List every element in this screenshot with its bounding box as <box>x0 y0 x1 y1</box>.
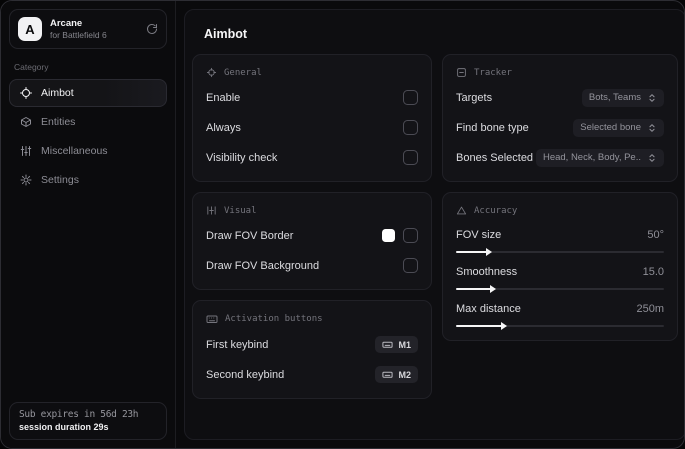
panel-activation-buttons: Activation buttons First keybind M1 Seco… <box>192 300 432 399</box>
box-minus-icon <box>456 67 467 78</box>
bones-selected-dropdown[interactable]: Head, Neck, Body, Pe.. <box>535 148 664 167</box>
panel-visual: Visual Draw FOV Border Draw FOV Backgrou… <box>192 192 432 290</box>
slider-fill <box>456 248 493 256</box>
session-duration-text: session duration 29s <box>19 422 109 432</box>
triangle-icon <box>456 205 467 216</box>
panel-title: General <box>224 67 262 78</box>
find-bone-type-dropdown[interactable]: Selected bone <box>573 118 664 137</box>
chevrons-up-down-icon <box>647 123 657 133</box>
slider-fill <box>456 322 507 330</box>
setting-row-targets: Targets Bots, Teams <box>456 87 664 108</box>
app-subtitle: for Battlefield 6 <box>50 29 107 40</box>
keyboard-icon <box>382 339 394 350</box>
max-distance-slider[interactable] <box>456 322 664 330</box>
always-checkbox[interactable] <box>403 120 418 135</box>
slider-group-smoothness: Smoothness 15.0 <box>456 263 664 293</box>
panel-title: Accuracy <box>474 205 518 216</box>
chevrons-up-down-icon <box>647 153 657 163</box>
second-keybind-button[interactable]: M2 <box>375 366 418 383</box>
panel-title: Visual <box>224 205 257 216</box>
gear-icon <box>20 174 32 186</box>
draw-fov-background-checkbox[interactable] <box>403 258 418 273</box>
keyboard-icon <box>206 313 218 325</box>
visibility-check-checkbox[interactable] <box>403 150 418 165</box>
panel-accuracy: Accuracy FOV size 50° Smoothness 15.0 Ma… <box>442 192 678 341</box>
setting-row-bones-selected: Bones Selected Head, Neck, Body, Pe.. <box>456 147 664 168</box>
fov-border-color-swatch[interactable] <box>382 229 395 242</box>
sidebar-item-miscellaneous[interactable]: Miscellaneous <box>9 137 167 165</box>
crosshair-icon <box>20 87 32 99</box>
sidebar: A Arcane for Battlefield 6 Category Aimb… <box>1 1 176 448</box>
first-keybind-button[interactable]: M1 <box>375 336 418 353</box>
slider-fill <box>456 285 497 293</box>
panel-title: Activation buttons <box>225 314 323 324</box>
panel-tracker: Tracker Targets Bots, Teams Find bone ty… <box>442 54 678 182</box>
page-title: Aimbot <box>204 27 248 41</box>
targets-dropdown[interactable]: Bots, Teams <box>581 88 664 107</box>
draw-fov-border-checkbox[interactable] <box>403 228 418 243</box>
setting-row-find-bone-type: Find bone type Selected bone <box>456 117 664 138</box>
sidebar-item-label: Aimbot <box>41 87 74 99</box>
smoothness-value: 15.0 <box>642 266 664 278</box>
setting-row-first-keybind: First keybind M1 <box>206 334 418 355</box>
setting-row-always: Always <box>206 117 418 138</box>
sidebar-item-aimbot[interactable]: Aimbot <box>9 79 167 107</box>
setting-row-visibility-check: Visibility check <box>206 147 418 168</box>
sub-expiry-text: Sub expires in 56d 23h <box>19 409 139 420</box>
keyboard-icon <box>382 369 394 380</box>
sidebar-item-settings[interactable]: Settings <box>9 166 167 194</box>
setting-row-draw-fov-background: Draw FOV Background <box>206 255 418 276</box>
sidebar-item-label: Miscellaneous <box>41 145 108 157</box>
main-area: Aimbot General Enable Always Visibility … <box>176 1 684 448</box>
app-name: Arcane <box>50 17 83 29</box>
category-label: Category <box>14 62 49 72</box>
sliders-icon <box>206 205 217 216</box>
brand-card: A Arcane for Battlefield 6 <box>9 9 167 49</box>
sidebar-nav: Aimbot Entities Miscellaneous Settings <box>9 79 167 194</box>
chevrons-up-down-icon <box>647 93 657 103</box>
cube-icon <box>20 116 32 128</box>
main-card: Aimbot General Enable Always Visibility … <box>184 9 684 440</box>
panel-title: Tracker <box>474 67 512 78</box>
subscription-card: Sub expires in 56d 23h session duration … <box>9 402 167 440</box>
setting-row-draw-fov-border: Draw FOV Border <box>206 225 418 246</box>
slider-group-fov-size: FOV size 50° <box>456 226 664 256</box>
enable-checkbox[interactable] <box>403 90 418 105</box>
sliders-vertical-icon <box>20 145 32 157</box>
setting-row-enable: Enable <box>206 87 418 108</box>
setting-row-second-keybind: Second keybind M2 <box>206 364 418 385</box>
slider-group-max-distance: Max distance 250m <box>456 300 664 330</box>
scan-icon <box>206 67 217 78</box>
app-logo: A <box>18 17 42 41</box>
sidebar-item-entities[interactable]: Entities <box>9 108 167 136</box>
fov-size-value: 50° <box>647 229 664 241</box>
sidebar-item-label: Entities <box>41 116 76 128</box>
fov-size-slider[interactable] <box>456 248 664 256</box>
smoothness-slider[interactable] <box>456 285 664 293</box>
max-distance-value: 250m <box>636 303 664 315</box>
sidebar-item-label: Settings <box>41 174 79 186</box>
arcane-window: A Arcane for Battlefield 6 Category Aimb… <box>0 0 685 449</box>
panel-general: General Enable Always Visibility check <box>192 54 432 182</box>
refresh-icon[interactable] <box>146 23 158 35</box>
